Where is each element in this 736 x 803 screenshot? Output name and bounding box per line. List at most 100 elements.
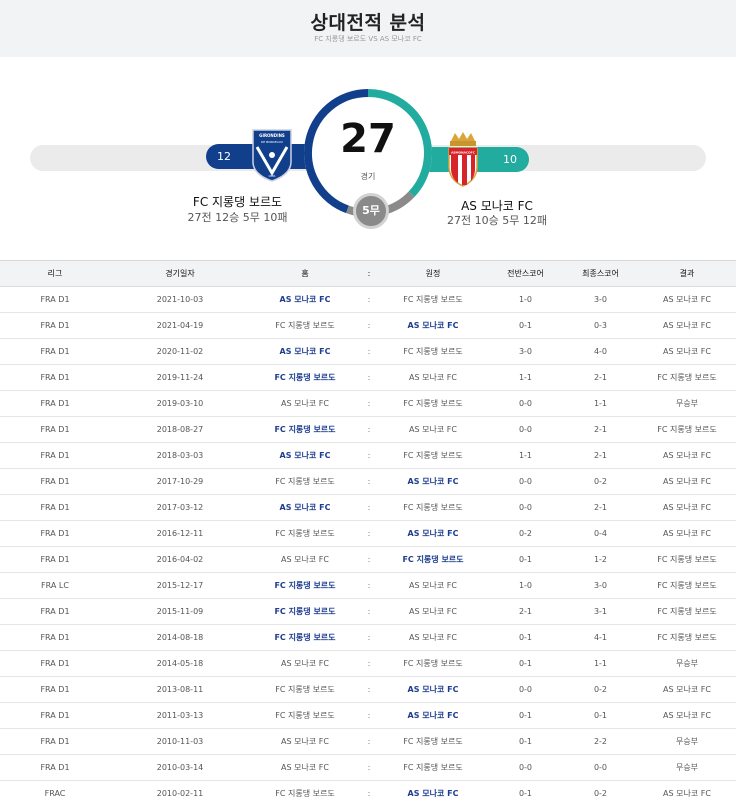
- table-header: 리그 경기일자 홈 : 원정 전반스코어 최종스코어 결과: [0, 261, 736, 287]
- cell-away-team: FC 지롱댕 보르도: [403, 347, 463, 356]
- cell-date: 2017-03-12: [156, 503, 204, 512]
- table-row[interactable]: FRA D1 2019-03-10 AS 모나코 FC: FC 지롱댕 보르도 0-0 1…: [0, 391, 736, 417]
- cell-date: 2020-11-02: [156, 347, 204, 356]
- cell-league: FRA D1: [40, 659, 70, 668]
- table-row[interactable]: FRA D1 2010-03-14 AS 모나코 FC: FC 지롱댕 보르도 0-0 0…: [0, 755, 736, 781]
- cell-separator: :: [367, 633, 371, 642]
- cell-final-score: 0-4: [593, 529, 608, 538]
- table-row[interactable]: FRA D1 2011-03-13 FC 지롱댕 보르도: AS 모나코 FC 0-1 0…: [0, 703, 736, 729]
- cell-separator: :: [367, 763, 371, 772]
- cell-final-score: 2-2: [593, 737, 608, 746]
- cell-league: FRA LC: [41, 581, 69, 590]
- cell-home-team: FC 지롱댕 보르도: [274, 425, 336, 434]
- cell-away-team: FC 지롱댕 보르도: [403, 737, 463, 746]
- table-row[interactable]: FRA D1 2010-11-03 AS 모나코 FC: FC 지롱댕 보르도 0-1 2…: [0, 729, 736, 755]
- cell-result: FC 지롱댕 보르도: [657, 633, 717, 642]
- table-row[interactable]: FRA D1 2018-08-27 FC 지롱댕 보르도: AS 모나코 FC 0-0 2…: [0, 417, 736, 443]
- cell-away-team: AS 모나코 FC: [407, 711, 459, 720]
- away-wins-count: 10: [503, 153, 517, 166]
- table-row[interactable]: FRA D1 2014-05-18 AS 모나코 FC: FC 지롱댕 보르도 0-1 1…: [0, 651, 736, 677]
- cell-half-score: 0-1: [518, 633, 533, 642]
- cell-home-team: FC 지롱댕 보르도: [274, 373, 336, 382]
- cell-separator: :: [367, 711, 371, 720]
- table-row[interactable]: FRA D1 2016-12-11 FC 지롱댕 보르도: AS 모나코 FC 0-2 0…: [0, 521, 736, 547]
- cell-half-score: 0-1: [518, 789, 533, 798]
- table-row[interactable]: FRA D1 2019-11-24 FC 지롱댕 보르도: AS 모나코 FC 1-1 2…: [0, 365, 736, 391]
- cell-away-team: FC 지롱댕 보르도: [403, 503, 463, 512]
- table-row[interactable]: FRA D1 2020-11-02 AS 모나코 FC: FC 지롱댕 보르도 3-0 4…: [0, 339, 736, 365]
- table-row[interactable]: FRA D1 2018-03-03 AS 모나코 FC: FC 지롱댕 보르도 1-1 2…: [0, 443, 736, 469]
- cell-away-team: FC 지롱댕 보르도: [403, 763, 463, 772]
- cell-half-score: 0-2: [518, 529, 533, 538]
- cell-final-score: 3-1: [593, 607, 608, 616]
- cell-result: AS 모나코 FC: [663, 321, 711, 330]
- table-row[interactable]: FRA D1 2016-04-02 AS 모나코 FC: FC 지롱댕 보르도 0-1 1…: [0, 547, 736, 573]
- cell-home-team: AS 모나코 FC: [281, 763, 329, 772]
- table-row[interactable]: FRA LC 2015-12-17 FC 지롱댕 보르도: AS 모나코 FC 1-0 3…: [0, 573, 736, 599]
- table-row[interactable]: FRA D1 2017-03-12 AS 모나코 FC: FC 지롱댕 보르도 0-0 2…: [0, 495, 736, 521]
- cell-half-score: 0-0: [518, 399, 533, 408]
- cell-result: AS 모나코 FC: [663, 295, 711, 304]
- cell-date: 2019-03-10: [156, 399, 204, 408]
- table-row[interactable]: FRA D1 2014-08-18 FC 지롱댕 보르도: AS 모나코 FC 0-1 4…: [0, 625, 736, 651]
- page-title: 상대전적 분석: [310, 12, 426, 34]
- total-matches-label: 경기: [360, 172, 376, 181]
- cell-away-team: AS 모나코 FC: [407, 477, 459, 486]
- cell-away-team: AS 모나코 FC: [409, 633, 457, 642]
- table-row[interactable]: FRA D1 2021-10-03 AS 모나코 FC: FC 지롱댕 보르도 1-0 3…: [0, 287, 736, 313]
- header-final-score: 최종스코어: [582, 269, 619, 278]
- cell-final-score: 0-3: [593, 321, 608, 330]
- as-monaco-crest-icon: ASMONACOFC: [448, 132, 478, 187]
- table-row[interactable]: FRA D1 2013-08-11 FC 지롱댕 보르도: AS 모나코 FC 0-0 0…: [0, 677, 736, 703]
- header-result: 결과: [679, 269, 695, 278]
- header-league: 리그: [47, 269, 63, 278]
- cell-result: AS 모나코 FC: [663, 789, 711, 798]
- cell-separator: :: [367, 529, 371, 538]
- girondins-bordeaux-crest-icon: GIRONDINS DE BORDEAUX 1881: [252, 129, 292, 182]
- cell-final-score: 0-2: [593, 477, 608, 486]
- cell-final-score: 0-0: [593, 763, 608, 772]
- cell-away-team: FC 지롱댕 보르도: [403, 659, 463, 668]
- cell-result: AS 모나코 FC: [663, 347, 711, 356]
- cell-league: FRA D1: [40, 711, 70, 720]
- cell-home-team: AS 모나코 FC: [281, 399, 329, 408]
- cell-half-score: 1-1: [518, 373, 533, 382]
- cell-date: 2019-11-24: [156, 373, 204, 382]
- cell-half-score: 0-1: [518, 659, 533, 668]
- cell-half-score: 0-1: [518, 321, 533, 330]
- cell-half-score: 0-0: [518, 503, 533, 512]
- header-home: 홈: [301, 269, 309, 278]
- cell-home-team: AS 모나코 FC: [279, 503, 331, 512]
- cell-away-team: AS 모나코 FC: [409, 581, 457, 590]
- cell-separator: :: [367, 737, 371, 746]
- table-row[interactable]: FRA D1 2021-04-19 FC 지롱댕 보르도: AS 모나코 FC 0-1 0…: [0, 313, 736, 339]
- cell-final-score: 2-1: [593, 373, 608, 382]
- cell-away-team: AS 모나코 FC: [407, 529, 459, 538]
- draws-badge: 5무: [353, 193, 389, 229]
- table-row[interactable]: FRA D1 2017-10-29 FC 지롱댕 보르도: AS 모나코 FC 0-0 0…: [0, 469, 736, 495]
- cell-final-score: 1-1: [593, 659, 608, 668]
- cell-final-score: 0-2: [593, 685, 608, 694]
- cell-league: FRA D1: [40, 529, 70, 538]
- cell-separator: :: [367, 477, 371, 486]
- cell-date: 2018-08-27: [156, 425, 204, 434]
- cell-separator: :: [367, 321, 371, 330]
- cell-home-team: AS 모나코 FC: [281, 555, 329, 564]
- cell-final-score: 0-1: [593, 711, 608, 720]
- away-team-record: 27전 10승 5무 12패: [447, 214, 547, 227]
- cell-final-score: 3-0: [593, 295, 608, 304]
- table-body: FRA D1 2021-10-03 AS 모나코 FC: FC 지롱댕 보르도 1-0 3…: [0, 287, 736, 803]
- cell-date: 2016-12-11: [156, 529, 204, 538]
- home-team-name: FC 지롱댕 보르도: [192, 195, 283, 209]
- cell-away-team: AS 모나코 FC: [409, 607, 457, 616]
- cell-league: FRA D1: [40, 399, 70, 408]
- table-row[interactable]: FRAC 2010-02-11 FC 지롱댕 보르도: AS 모나코 FC 0-1 0-2…: [0, 781, 736, 803]
- cell-separator: :: [367, 607, 371, 616]
- cell-date: 2011-03-13: [156, 711, 204, 720]
- cell-date: 2021-10-03: [156, 295, 204, 304]
- cell-result: FC 지롱댕 보르도: [657, 607, 717, 616]
- cell-result: AS 모나코 FC: [663, 529, 711, 538]
- table-row[interactable]: FRA D1 2015-11-09 FC 지롱댕 보르도: AS 모나코 FC 2-1 3…: [0, 599, 736, 625]
- cell-away-team: FC 지롱댕 보르도: [403, 451, 463, 460]
- cell-result: AS 모나코 FC: [663, 477, 711, 486]
